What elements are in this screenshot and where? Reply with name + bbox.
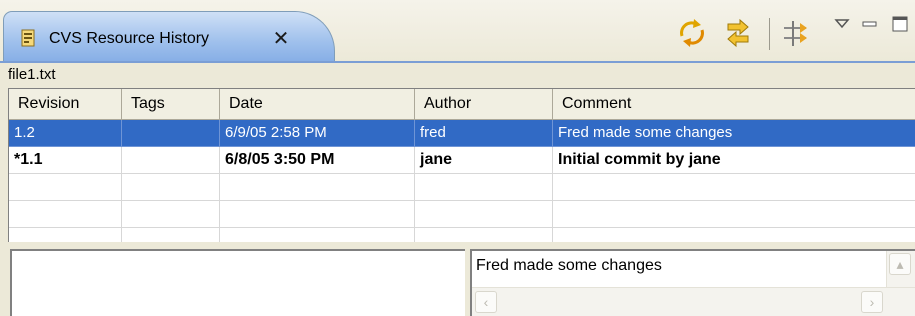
empty-cell xyxy=(553,228,915,242)
tab-underline xyxy=(0,61,915,63)
column-header-revision[interactable]: Revision xyxy=(9,89,122,119)
empty-cell xyxy=(9,201,122,228)
empty-table-row xyxy=(9,174,915,201)
scroll-up-icon[interactable]: ▴ xyxy=(889,253,911,275)
tags-pane[interactable] xyxy=(10,249,465,316)
refresh-sync-icon[interactable] xyxy=(676,16,708,50)
table-row[interactable]: *1.1 6/8/05 3:50 PM jane Initial commit … xyxy=(9,147,915,174)
comment-pane[interactable]: Fred made some changes ▴ ‹ › xyxy=(470,249,915,316)
empty-cell xyxy=(122,228,220,242)
chevron-down-icon[interactable] xyxy=(832,14,852,34)
scroll-right-icon[interactable]: › xyxy=(861,291,883,313)
toolbar-separator xyxy=(769,18,770,50)
empty-cell xyxy=(415,174,553,201)
column-header-date[interactable]: Date xyxy=(220,89,415,119)
horizontal-scrollbar[interactable]: ‹ › xyxy=(472,287,915,316)
compare-icon[interactable] xyxy=(780,16,812,50)
cell-comment: Initial commit by jane xyxy=(553,147,915,174)
table-row[interactable]: 1.2 6/9/05 2:58 PM fred Fred made some c… xyxy=(9,120,915,147)
minimize-icon[interactable] xyxy=(860,14,880,34)
history-view-icon xyxy=(21,29,35,47)
scroll-left-icon[interactable]: ‹ xyxy=(475,291,497,313)
maximize-icon[interactable] xyxy=(890,14,910,34)
column-header-author[interactable]: Author xyxy=(415,89,553,119)
view-title: CVS Resource History xyxy=(49,30,210,47)
cell-tags xyxy=(122,147,220,174)
file-name-label: file1.txt xyxy=(8,66,56,83)
column-header-tags[interactable]: Tags xyxy=(122,89,220,119)
column-header-comment[interactable]: Comment xyxy=(553,89,915,119)
empty-cell xyxy=(9,228,122,242)
cell-comment: Fred made some changes xyxy=(553,120,915,147)
empty-cell xyxy=(220,201,415,228)
empty-table-row xyxy=(9,228,915,242)
comment-text: Fred made some changes xyxy=(476,257,662,274)
tab-cvs-resource-history[interactable]: CVS Resource History ✕ xyxy=(3,11,335,62)
link-editor-icon[interactable] xyxy=(722,16,754,50)
view-title-bar: CVS Resource History ✕ xyxy=(0,0,915,63)
empty-cell xyxy=(220,174,415,201)
history-table[interactable]: Revision Tags Date Author Comment 1.2 6/… xyxy=(8,88,915,242)
cell-author: fred xyxy=(415,120,553,147)
table-header: Revision Tags Date Author Comment xyxy=(9,89,915,120)
empty-table-row xyxy=(9,201,915,228)
cell-author: jane xyxy=(415,147,553,174)
cell-date: 6/9/05 2:58 PM xyxy=(220,120,415,147)
empty-cell xyxy=(415,201,553,228)
empty-cell xyxy=(415,228,553,242)
empty-cell xyxy=(122,174,220,201)
empty-cell xyxy=(220,228,415,242)
empty-cell xyxy=(122,201,220,228)
empty-cell xyxy=(9,174,122,201)
cell-tags xyxy=(122,120,220,147)
empty-cell xyxy=(553,201,915,228)
empty-cell xyxy=(553,174,915,201)
cell-date: 6/8/05 3:50 PM xyxy=(220,147,415,174)
close-icon[interactable]: ✕ xyxy=(268,24,294,54)
cell-revision: 1.2 xyxy=(9,120,122,147)
cell-revision: *1.1 xyxy=(9,147,122,174)
